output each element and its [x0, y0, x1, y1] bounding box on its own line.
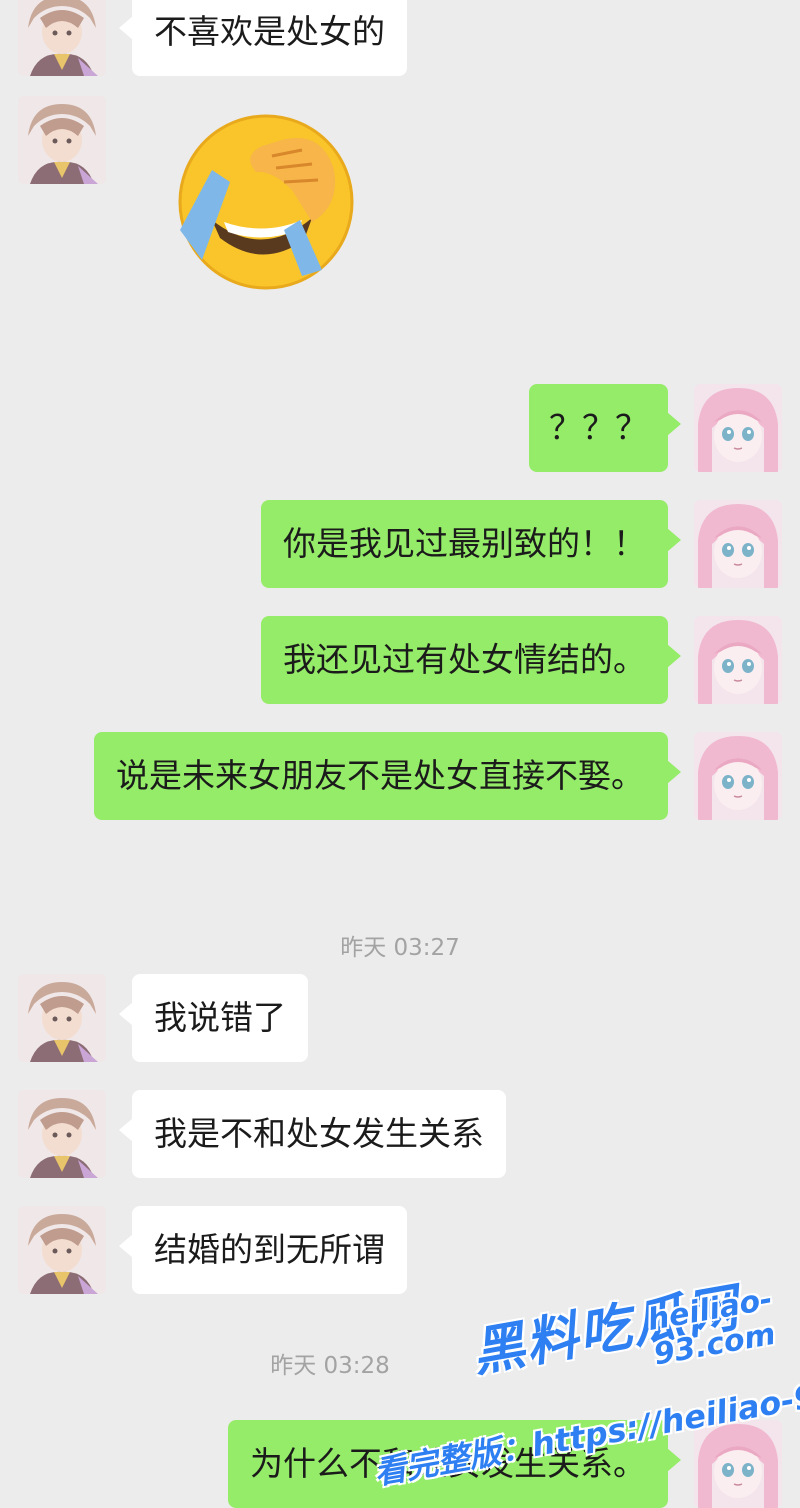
timestamp: 昨天 03:27 [340, 935, 460, 961]
message-bubble[interactable]: 说是未来女朋友不是处女直接不娶。 [94, 732, 681, 820]
message-bubble[interactable]: 你是我见过最别致的！！ [261, 500, 681, 588]
message-bubble[interactable]: 我是不和处女发生关系 [119, 1090, 506, 1178]
my-avatar[interactable] [694, 732, 782, 820]
facepalm-laughing-emoji[interactable] [172, 110, 362, 294]
message-bubble[interactable]: 我说错了 [119, 974, 308, 1062]
message-bubble[interactable]: 我还见过有处女情结的。 [261, 616, 681, 704]
my-avatar[interactable] [694, 384, 782, 472]
contact-avatar[interactable] [18, 96, 106, 184]
contact-avatar[interactable] [18, 0, 106, 76]
contact-avatar[interactable] [18, 1206, 106, 1294]
message-bubble[interactable]: 不喜欢是处女的 [119, 0, 407, 76]
message-bubble[interactable]: ？？？ [529, 384, 681, 472]
message-bubble[interactable]: 结婚的到无所谓 [119, 1206, 407, 1294]
contact-avatar[interactable] [18, 974, 106, 1062]
contact-avatar[interactable] [18, 1090, 106, 1178]
my-avatar[interactable] [694, 500, 782, 588]
my-avatar[interactable] [694, 616, 782, 704]
